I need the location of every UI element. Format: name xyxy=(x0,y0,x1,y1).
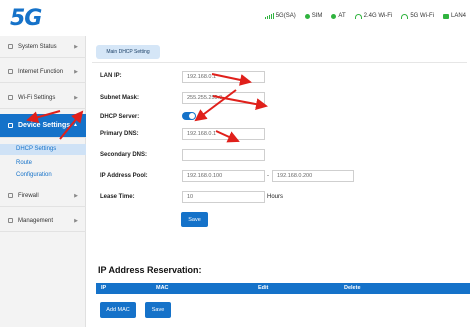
ip-pool-end-input[interactable]: 192.168.0.200 xyxy=(272,170,354,182)
subnet-mask-input[interactable]: 255.255.255.0 xyxy=(182,92,265,104)
sidebar-item-wifi-settings[interactable]: Wi-Fi Settings ▶ xyxy=(0,87,86,109)
sim-icon xyxy=(304,13,310,19)
wifi-settings-icon xyxy=(8,95,13,100)
tab-divider xyxy=(92,62,467,63)
subnet-mask-label: Subnet Mask: xyxy=(100,95,140,101)
ip-reservation-title: IP Address Reservation: xyxy=(98,265,202,275)
lease-time-label: Lease Time: xyxy=(100,194,135,200)
ip-pool-separator: - xyxy=(267,173,269,179)
column-mac: MAC xyxy=(156,285,169,291)
status-5g-sa: 5G(SA) xyxy=(264,13,296,19)
primary-dns-label: Primary DNS: xyxy=(100,131,139,137)
lan-ip-input[interactable]: 192.168.0.1 xyxy=(182,71,265,83)
primary-dns-input[interactable]: 192.168.0.1 xyxy=(182,128,265,140)
reservation-table-header: IP MAC Edit Delete xyxy=(96,283,470,294)
ip-pool-label: IP Address Pool: xyxy=(100,173,148,179)
tab-main-dhcp-setting[interactable]: Main DHCP Setting xyxy=(96,45,160,59)
logo-5g: 5G xyxy=(10,6,42,31)
save-button[interactable]: Save xyxy=(181,212,208,227)
reservation-save-button[interactable]: Save xyxy=(145,302,171,318)
column-delete: Delete xyxy=(344,285,361,291)
sidebar-item-system-status[interactable]: System Status ▶ xyxy=(0,36,86,58)
at-icon xyxy=(331,13,337,19)
subnav-dhcp-settings[interactable]: DHCP Settings xyxy=(0,144,86,155)
sidebar-item-internet-function[interactable]: Internet Function ▶ xyxy=(0,61,86,83)
chevron-right-icon: ▶ xyxy=(74,95,78,101)
sidebar: System Status ▶ Internet Function ▶ Wi-F… xyxy=(0,36,86,327)
status-bar: 5G(SA) SIM AT 2.4G Wi-Fi 5G Wi-Fi LAN4 xyxy=(264,13,466,19)
sidebar-item-device-settings[interactable]: Device Settings ▲ xyxy=(0,114,86,138)
wifi-icon xyxy=(354,13,362,19)
subnav-route[interactable]: Route xyxy=(0,158,86,169)
chevron-right-icon: ▶ xyxy=(74,44,78,50)
chevron-up-icon: ▲ xyxy=(73,122,78,128)
dhcp-server-label: DHCP Server: xyxy=(100,114,140,120)
globe-icon xyxy=(8,69,13,74)
lease-time-unit: Hours xyxy=(267,194,284,200)
sidebar-item-management[interactable]: Management ▶ xyxy=(0,210,86,232)
add-mac-button[interactable]: Add MAC xyxy=(100,302,136,318)
shield-icon xyxy=(8,193,13,198)
router-admin-page: 5G 5G(SA) SIM AT 2.4G Wi-Fi 5G Wi-Fi LAN… xyxy=(0,0,474,327)
column-edit: Edit xyxy=(258,285,269,291)
dhcp-server-toggle[interactable] xyxy=(182,112,196,120)
status-icon xyxy=(8,44,13,49)
lan-icon xyxy=(442,13,449,19)
subnav-configuration[interactable]: Configuration xyxy=(0,170,86,181)
chevron-right-icon: ▶ xyxy=(74,218,78,224)
lease-time-input[interactable]: 10 xyxy=(182,191,265,203)
sidebar-item-firewall[interactable]: Firewall ▶ xyxy=(0,185,86,207)
secondary-dns-input[interactable] xyxy=(182,149,265,161)
chevron-right-icon: ▶ xyxy=(74,69,78,75)
chevron-right-icon: ▶ xyxy=(74,193,78,199)
status-wifi-5: 5G Wi-Fi xyxy=(401,13,434,19)
status-sim: SIM xyxy=(304,13,322,19)
wifi-icon xyxy=(401,13,409,19)
status-at: AT xyxy=(331,13,346,19)
status-wifi-24: 2.4G Wi-Fi xyxy=(354,13,392,19)
ip-pool-start-input[interactable]: 192.168.0.100 xyxy=(182,170,265,182)
column-ip: IP xyxy=(101,285,107,291)
secondary-dns-label: Secondary DNS: xyxy=(100,152,148,158)
status-lan4: LAN4 xyxy=(442,13,466,19)
gear-icon xyxy=(8,218,13,223)
device-icon xyxy=(8,123,13,128)
top-header: 5G 5G(SA) SIM AT 2.4G Wi-Fi 5G Wi-Fi LAN… xyxy=(0,0,474,38)
signal-bars-icon xyxy=(264,13,274,19)
lan-ip-label: LAN IP: xyxy=(100,73,122,79)
